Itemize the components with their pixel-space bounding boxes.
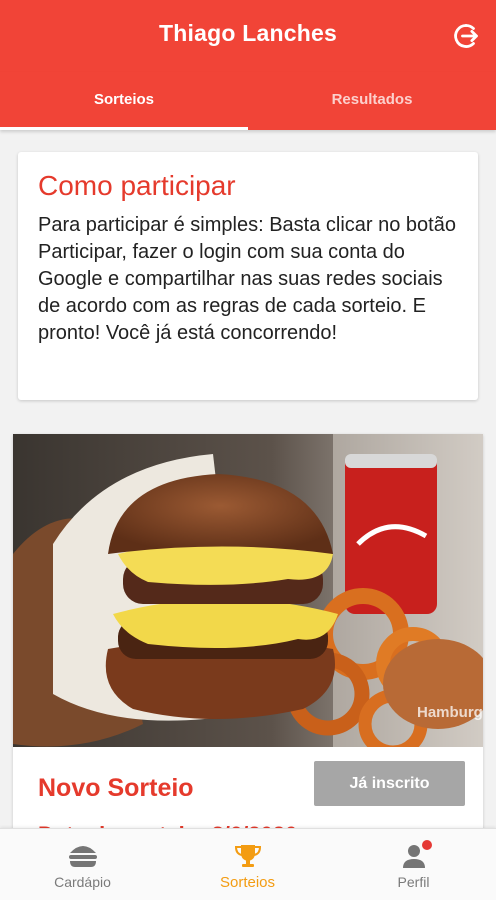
card-heading: Como participar <box>38 170 236 201</box>
tab-resultados[interactable]: Resultados <box>248 72 496 130</box>
already-enrolled-button[interactable]: Já inscrito <box>314 761 465 806</box>
trophy-icon <box>234 845 261 867</box>
nav-label: Cardápio <box>54 874 111 890</box>
tab-indicator <box>0 127 248 130</box>
nav-label: Sorteios <box>219 874 276 891</box>
raffle-title: Novo Sorteio <box>38 774 194 802</box>
tab-bar: Sorteios Resultados <box>0 72 496 130</box>
burger-icon <box>68 846 97 867</box>
nav-cardapio[interactable]: Cardápio <box>0 829 165 900</box>
burger-photo: Hamburger <box>13 434 483 747</box>
tab-sorteios[interactable]: Sorteios <box>0 72 248 130</box>
app-title: Thiago Lanches <box>159 20 337 46</box>
nav-perfil[interactable]: Perfil <box>331 829 496 900</box>
notification-badge <box>422 840 432 850</box>
how-to-participate-card: Como participar Para participar é simple… <box>18 152 478 400</box>
raffle-card[interactable]: Hamburger Novo Sorteio Já inscrito Data … <box>13 434 483 854</box>
nav-label: Perfil <box>397 874 430 890</box>
logout-icon[interactable] <box>452 22 480 50</box>
card-body: Para participar é simples: Basta clicar … <box>38 214 456 344</box>
nav-sorteios[interactable]: Sorteios <box>165 829 330 900</box>
photo-watermark: Hamburger <box>417 704 483 721</box>
app-bar: Thiago Lanches <box>0 0 496 72</box>
bottom-navigation: Cardápio Sorteios Perfil <box>0 828 496 900</box>
